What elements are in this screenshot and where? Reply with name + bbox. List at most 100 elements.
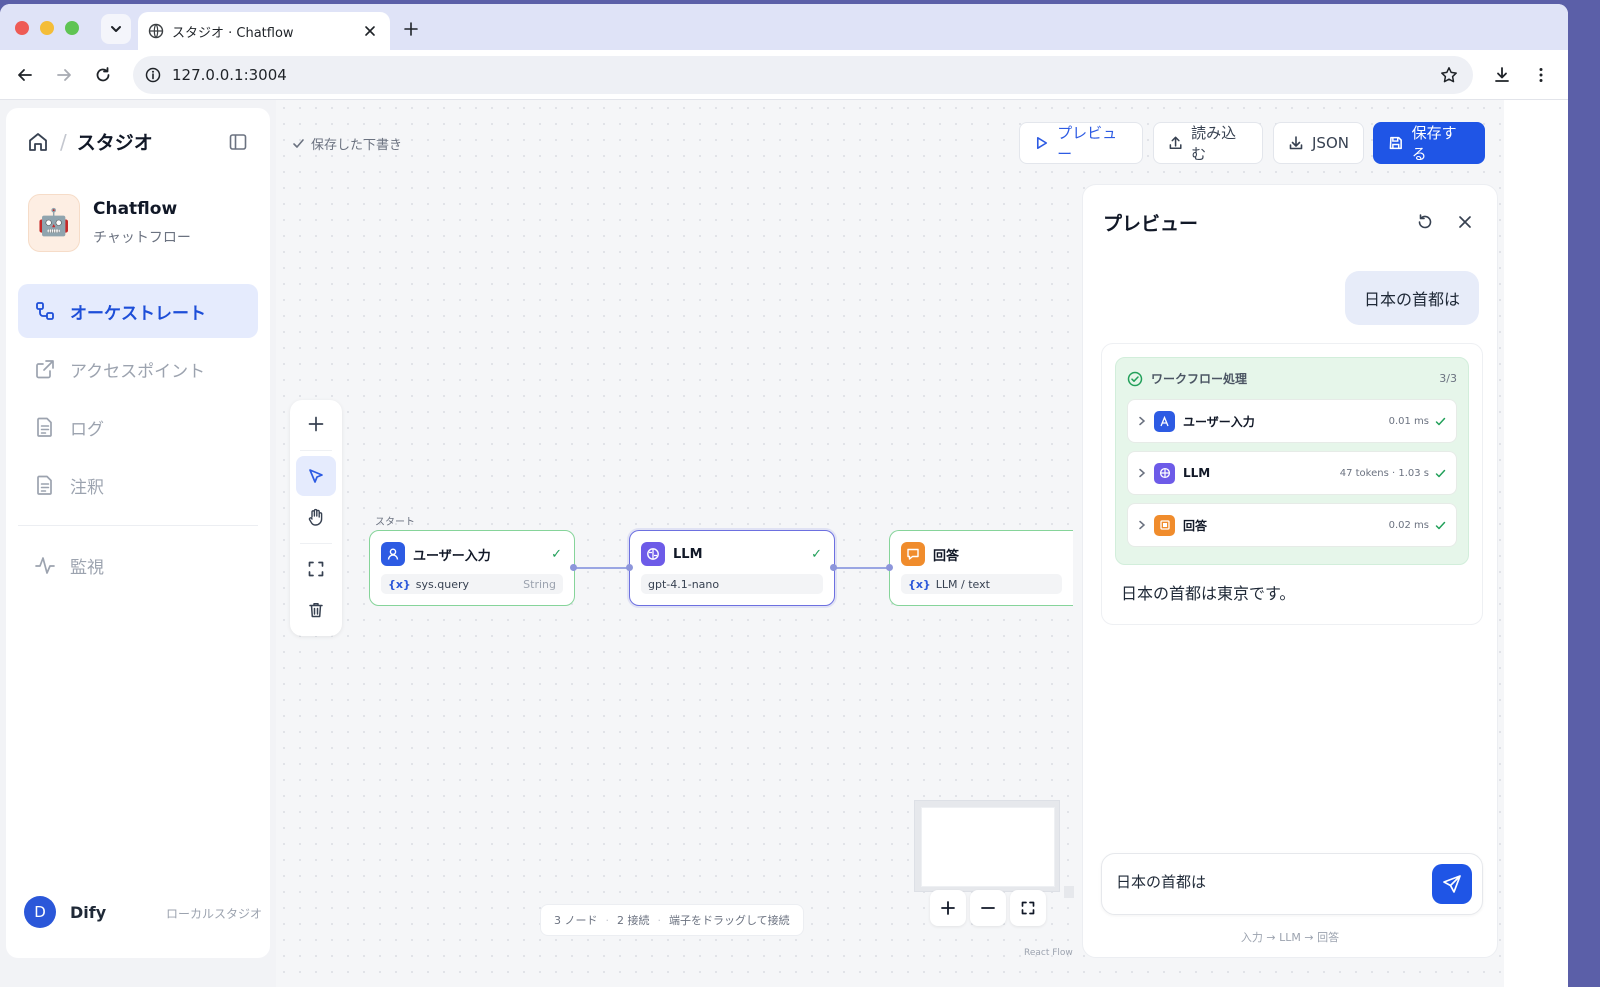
- nav-item-access-point[interactable]: アクセスポイント: [18, 342, 258, 396]
- browser-menu-button[interactable]: [1529, 63, 1553, 87]
- hand-tool-button[interactable]: [296, 497, 336, 537]
- nav-item-annotations[interactable]: 注釈: [18, 458, 258, 512]
- input-handle[interactable]: [626, 564, 633, 571]
- zoom-in-button[interactable]: [930, 890, 966, 926]
- tab-close-button[interactable]: [358, 19, 382, 43]
- user-message-bubble: 日本の首都は: [1344, 271, 1479, 325]
- delete-button[interactable]: [296, 590, 336, 630]
- minus-icon: [981, 907, 995, 909]
- nav-item-orchestrate[interactable]: オーケストレート: [18, 284, 258, 338]
- check-icon: [293, 139, 304, 148]
- check-circle-icon: [1127, 371, 1143, 386]
- nav-item-monitoring[interactable]: 監視: [18, 538, 258, 592]
- app-icon-robot: 🤖: [28, 194, 80, 252]
- json-export-button[interactable]: JSON: [1273, 122, 1364, 164]
- close-preview-button[interactable]: [1449, 206, 1481, 238]
- separator-dot: ·: [605, 913, 610, 927]
- send-button[interactable]: [1432, 864, 1472, 904]
- downloads-button[interactable]: [1490, 63, 1514, 87]
- reload-button[interactable]: [91, 63, 115, 87]
- bookmark-button[interactable]: [1437, 63, 1461, 87]
- nav-item-logs[interactable]: ログ: [18, 400, 258, 454]
- workflow-trace: ワークフロー処理 3/3 ユーザー入力 0.01 ms LLM 47 token…: [1115, 357, 1469, 565]
- preview-button[interactable]: プレビュー: [1019, 122, 1143, 164]
- workflow-trace-title: ワークフロー処理: [1151, 372, 1248, 386]
- input-handle[interactable]: [886, 564, 893, 571]
- trace-step[interactable]: LLM 47 tokens · 1.03 s: [1127, 451, 1457, 495]
- orchestrate-icon: [36, 302, 54, 320]
- variable-icon: {x}: [388, 577, 411, 591]
- workflow-canvas[interactable]: 保存した下書き プレビュー 読み込む JSON 保存する スタート ユーザー入力…: [276, 100, 1504, 987]
- plus-icon: [941, 901, 955, 915]
- react-flow-attribution[interactable]: React Flow: [1024, 948, 1073, 958]
- brain-icon: [641, 542, 665, 566]
- minimap[interactable]: [914, 800, 1060, 892]
- workflow-trace-count: 3/3: [1439, 372, 1457, 385]
- node-llm[interactable]: LLM ✓ gpt-4.1-nano: [629, 530, 835, 606]
- zoom-out-button[interactable]: [970, 890, 1006, 926]
- node-user-input[interactable]: ユーザー入力 ✓ {x} sys.query String: [369, 530, 575, 606]
- nav-item-label: 監視: [70, 557, 104, 578]
- node-variable: {x} sys.query String: [381, 574, 563, 594]
- save-icon: [1389, 136, 1402, 150]
- avatar[interactable]: D: [24, 896, 56, 928]
- zoom-controls: [930, 890, 1046, 926]
- add-node-button[interactable]: [296, 404, 336, 444]
- node-status-check: ✓: [551, 546, 562, 562]
- new-tab-button[interactable]: [398, 16, 424, 42]
- star-icon: [1441, 67, 1457, 83]
- browser-tab[interactable]: スタジオ · Chatflow: [138, 12, 390, 50]
- pointer-tool-button[interactable]: [296, 456, 336, 496]
- app-root: / スタジオ 🤖 Chatflow チャットフロー オーケストレート アクセスポ…: [0, 100, 1504, 987]
- close-window-button[interactable]: [15, 21, 29, 35]
- assistant-message: ワークフロー処理 3/3 ユーザー入力 0.01 ms LLM 47 token…: [1101, 343, 1483, 625]
- tab-search-button[interactable]: [101, 14, 131, 44]
- toolbox-divider: [300, 450, 332, 451]
- nav-divider: [18, 525, 258, 526]
- preview-title: プレビュー: [1103, 213, 1199, 235]
- back-button[interactable]: [13, 63, 37, 87]
- url-text: 127.0.0.1:3004: [172, 66, 287, 84]
- plus-icon: [404, 22, 418, 36]
- preview-panel: プレビュー 日本の首都は ワークフロー処理 3/3 ユーザー入力 0.01 ms…: [1082, 184, 1498, 958]
- chevron-right-icon: [1135, 468, 1149, 478]
- site-info-button[interactable]: [141, 63, 165, 87]
- user-name: Dify: [70, 903, 107, 922]
- trace-step-name: LLM: [1183, 466, 1211, 480]
- output-handle[interactable]: [570, 564, 577, 571]
- trace-step-name: 回答: [1183, 518, 1208, 533]
- check-icon: [1435, 417, 1446, 425]
- home-icon[interactable]: [26, 130, 50, 154]
- canvas-toolbox: [290, 400, 342, 636]
- sidebar-toggle-button[interactable]: [226, 130, 250, 154]
- minimap-resize-handle[interactable]: [1064, 886, 1074, 898]
- workflow-trace-header[interactable]: ワークフロー処理 3/3: [1127, 370, 1457, 387]
- address-bar[interactable]: 127.0.0.1:3004: [133, 56, 1473, 94]
- variable-name: sys.query: [415, 577, 469, 591]
- document-icon: [37, 475, 52, 495]
- node-answer[interactable]: 回答 {x} LLM / text: [889, 530, 1073, 606]
- chat-input[interactable]: [1116, 872, 1416, 890]
- edge-llm-answer[interactable]: [834, 567, 889, 569]
- document-icon: [37, 417, 52, 437]
- maximize-window-button[interactable]: [65, 21, 79, 35]
- edge-input-llm[interactable]: [574, 567, 629, 569]
- trace-step-meta: 0.02 ms: [1388, 519, 1429, 531]
- fit-view-button[interactable]: [296, 549, 336, 589]
- separator-dot: ·: [657, 913, 662, 927]
- forward-button[interactable]: [52, 63, 76, 87]
- save-button[interactable]: 保存する: [1373, 122, 1485, 164]
- chevron-down-icon: [111, 26, 121, 32]
- start-label: スタート: [375, 517, 415, 528]
- import-button[interactable]: 読み込む: [1153, 122, 1263, 164]
- minimap-viewport[interactable]: [921, 807, 1055, 887]
- check-icon: [1435, 521, 1446, 529]
- restart-button[interactable]: [1409, 206, 1441, 238]
- fit-screen-button[interactable]: [1010, 890, 1046, 926]
- output-handle[interactable]: [830, 564, 837, 571]
- external-link-icon: [36, 360, 54, 379]
- trace-step[interactable]: 回答 0.02 ms: [1127, 503, 1457, 547]
- tab-strip: スタジオ · Chatflow: [0, 4, 1568, 50]
- trace-step[interactable]: ユーザー入力 0.01 ms: [1127, 399, 1457, 443]
- minimize-window-button[interactable]: [40, 21, 54, 35]
